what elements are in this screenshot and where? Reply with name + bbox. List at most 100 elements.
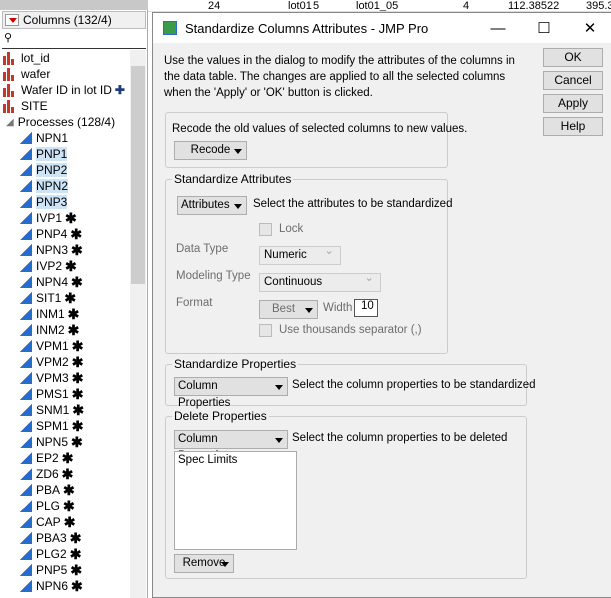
column-item[interactable]: SPM1 ✱ xyxy=(0,418,130,434)
lock-label: Lock xyxy=(279,223,304,235)
data-type-select[interactable]: Numeric xyxy=(259,243,341,265)
minimize-icon[interactable]: — xyxy=(475,13,521,43)
asterisk-icon: ✱ xyxy=(71,369,84,386)
column-item[interactable]: INM2 ✱ xyxy=(0,322,130,338)
asterisk-icon: ✱ xyxy=(71,577,83,594)
cancel-button[interactable]: Cancel xyxy=(543,71,603,90)
column-item[interactable]: PMS1 ✱ xyxy=(0,386,130,402)
column-item[interactable]: VPM1 ✱ xyxy=(0,338,130,354)
table-cell: 395.390014 xyxy=(586,0,611,12)
column-item[interactable]: lot_id xyxy=(0,50,130,66)
column-item[interactable]: NPN2 xyxy=(0,178,130,194)
properties-hint: Select the column properties to be stand… xyxy=(292,379,536,391)
help-button[interactable]: Help xyxy=(543,117,603,136)
modeling-type-select[interactable]: Continuous xyxy=(259,270,381,292)
column-item[interactable]: VPM3 ✱ xyxy=(0,370,130,386)
properties-listbox[interactable]: Spec Limits xyxy=(174,451,297,550)
recode-button[interactable]: Recode xyxy=(174,141,247,160)
thousands-separator-checkbox[interactable] xyxy=(259,324,272,337)
asterisk-icon: ✱ xyxy=(67,305,80,322)
maximize-icon[interactable]: ☐ xyxy=(521,13,567,43)
column-item[interactable]: INM1 ✱ xyxy=(0,306,130,322)
asterisk-icon: ✱ xyxy=(71,353,84,370)
continuous-icon xyxy=(20,260,32,272)
attributes-dropdown[interactable]: Attributes xyxy=(177,196,247,215)
column-item[interactable]: CAP ✱ xyxy=(0,514,130,530)
processes-group[interactable]: ◢ Processes (128/4) xyxy=(0,114,130,130)
column-item[interactable]: NPN6 ✱ xyxy=(0,578,130,594)
column-item[interactable]: PBA ✱ xyxy=(0,482,130,498)
red-triangle-menu-icon[interactable] xyxy=(5,14,19,26)
column-item[interactable]: NPN5 ✱ xyxy=(0,434,130,450)
scrollbar-thumb[interactable] xyxy=(131,66,145,284)
column-label: INM1 xyxy=(36,307,65,321)
close-icon[interactable]: ✕ xyxy=(567,13,611,43)
continuous-icon xyxy=(20,324,32,336)
column-item[interactable]: SITE xyxy=(0,98,130,114)
column-item[interactable]: PBA3 ✱ xyxy=(0,530,130,546)
remove-button[interactable]: Remove xyxy=(174,554,234,573)
column-item[interactable]: PNP5 ✱ xyxy=(0,562,130,578)
column-label: PMS1 xyxy=(36,387,69,401)
column-item[interactable]: NPN4 ✱ xyxy=(0,274,130,290)
column-item[interactable]: PNP2 xyxy=(0,162,130,178)
column-item[interactable]: Wafer ID in lot ID ✚ xyxy=(0,82,130,98)
link-id-icon: ✚ xyxy=(114,83,125,97)
attributes-hint: Select the attributes to be standardized xyxy=(253,198,453,210)
column-item[interactable]: PNP3 xyxy=(0,194,130,210)
width-input[interactable]: 10 xyxy=(354,299,378,317)
table-cell: lot01_05 xyxy=(356,0,399,12)
column-item[interactable]: wafer xyxy=(0,66,130,82)
delete-properties-dropdown[interactable]: Column Properties xyxy=(174,430,288,462)
column-item[interactable]: SIT1 ✱ xyxy=(0,290,130,306)
continuous-icon xyxy=(20,228,32,240)
column-item[interactable]: ZD6 ✱ xyxy=(0,466,130,482)
table-cell: 4 xyxy=(463,0,470,12)
lock-checkbox[interactable] xyxy=(259,223,272,236)
column-label: VPM1 xyxy=(36,339,69,353)
asterisk-icon: ✱ xyxy=(70,225,83,242)
column-item[interactable]: IVP1 ✱ xyxy=(0,210,130,226)
column-item[interactable]: EP2 ✱ xyxy=(0,450,130,466)
column-item[interactable]: SNM1 ✱ xyxy=(0,402,130,418)
column-item[interactable]: NPN3 ✱ xyxy=(0,242,130,258)
continuous-icon xyxy=(20,196,32,208)
standardize-properties-group: Standardize Properties Column Properties… xyxy=(165,357,536,409)
column-label: IVP2 xyxy=(36,259,63,273)
property-list-item[interactable]: Spec Limits xyxy=(178,454,293,466)
table-cell: 112.38522 xyxy=(508,0,560,12)
panel-top-bar xyxy=(0,0,148,10)
ok-button[interactable]: OK xyxy=(543,48,603,67)
column-item[interactable]: PLG2 ✱ xyxy=(0,546,130,562)
asterisk-icon: ✱ xyxy=(61,449,74,466)
column-label: NPN5 xyxy=(36,435,69,449)
asterisk-icon: ✱ xyxy=(71,385,84,402)
asterisk-icon: ✱ xyxy=(69,529,82,546)
column-item[interactable]: PNP1 xyxy=(0,146,130,162)
column-item[interactable]: PNP4 ✱ xyxy=(0,226,130,242)
format-dropdown[interactable]: Best xyxy=(259,300,318,319)
column-search-input[interactable]: ⚲ xyxy=(2,31,146,49)
column-label: EP2 xyxy=(36,451,59,465)
delete-properties-group: Delete Properties Column Properties Sele… xyxy=(165,409,527,579)
column-item[interactable]: PLG ✱ xyxy=(0,498,130,514)
asterisk-icon: ✱ xyxy=(69,545,82,562)
columns-header[interactable]: Columns (132/4) xyxy=(2,11,146,29)
column-item[interactable]: VPM2 ✱ xyxy=(0,354,130,370)
continuous-icon xyxy=(20,468,32,480)
continuous-icon xyxy=(20,404,32,416)
continuous-icon xyxy=(20,164,32,176)
asterisk-icon: ✱ xyxy=(63,513,76,530)
column-item[interactable]: NPN1 xyxy=(0,130,130,146)
asterisk-icon: ✱ xyxy=(71,417,84,434)
asterisk-icon: ✱ xyxy=(65,209,77,226)
column-label: NPN3 xyxy=(36,243,69,257)
nominal-bar-icon xyxy=(3,99,17,113)
apply-button[interactable]: Apply xyxy=(543,94,603,113)
continuous-icon xyxy=(20,420,32,432)
properties-dropdown[interactable]: Column Properties xyxy=(174,377,288,409)
column-label: PBA xyxy=(36,483,61,497)
continuous-icon xyxy=(20,356,32,368)
table-cell: 24 xyxy=(208,0,221,12)
column-item[interactable]: IVP2 ✱ xyxy=(0,258,130,274)
